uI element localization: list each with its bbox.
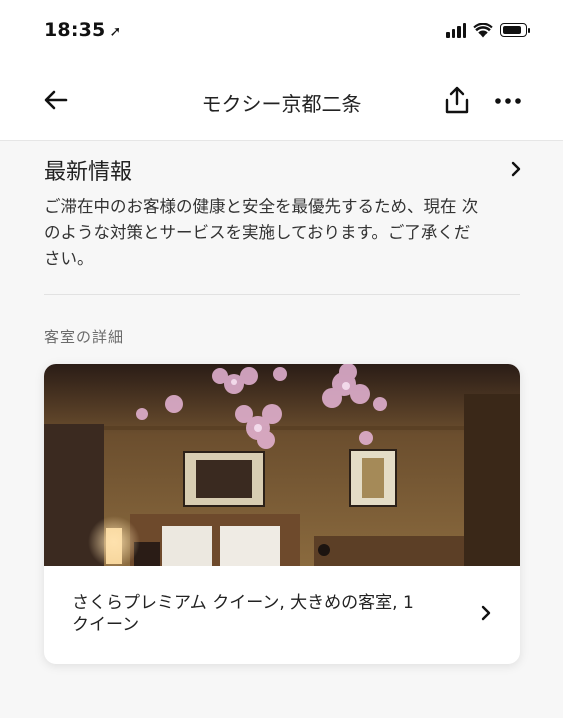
latest-info-section[interactable]: 最新情報 ご滞在中のお客様の健康と安全を最優先するため、現在 次のような対策とサ… (44, 150, 524, 272)
cellular-signal-icon (446, 22, 466, 38)
section-divider (44, 294, 520, 295)
latest-info-body: ご滞在中のお客様の健康と安全を最優先するため、現在 次のような対策とサービスを実… (44, 197, 479, 268)
room-card[interactable]: さくらプレミアム クイーン, 大きめの客室, 1 クイーン (44, 364, 520, 664)
share-icon[interactable] (442, 84, 472, 116)
chevron-right-icon (511, 161, 521, 177)
page-title: モクシー京都二条 (201, 92, 362, 116)
wifi-icon (473, 22, 493, 37)
chevron-right-icon (481, 605, 491, 621)
room-details-label: 客室の詳細 (44, 328, 125, 346)
location-arrow-icon: ➚ (109, 24, 122, 40)
more-dots-icon[interactable] (492, 84, 524, 116)
battery-icon (500, 23, 530, 37)
room-name: さくらプレミアム クイーン, 大きめの客室, 1 クイーン (72, 593, 414, 635)
status-icons (446, 22, 530, 38)
status-time: 18:35 ➚ (44, 19, 121, 41)
latest-info-title: 最新情報 (44, 160, 133, 185)
app-header: 18:35 ➚ モクシー京都二条 (0, 0, 563, 141)
hotel-room-photo (44, 364, 520, 566)
status-time-text: 18:35 (44, 19, 106, 41)
